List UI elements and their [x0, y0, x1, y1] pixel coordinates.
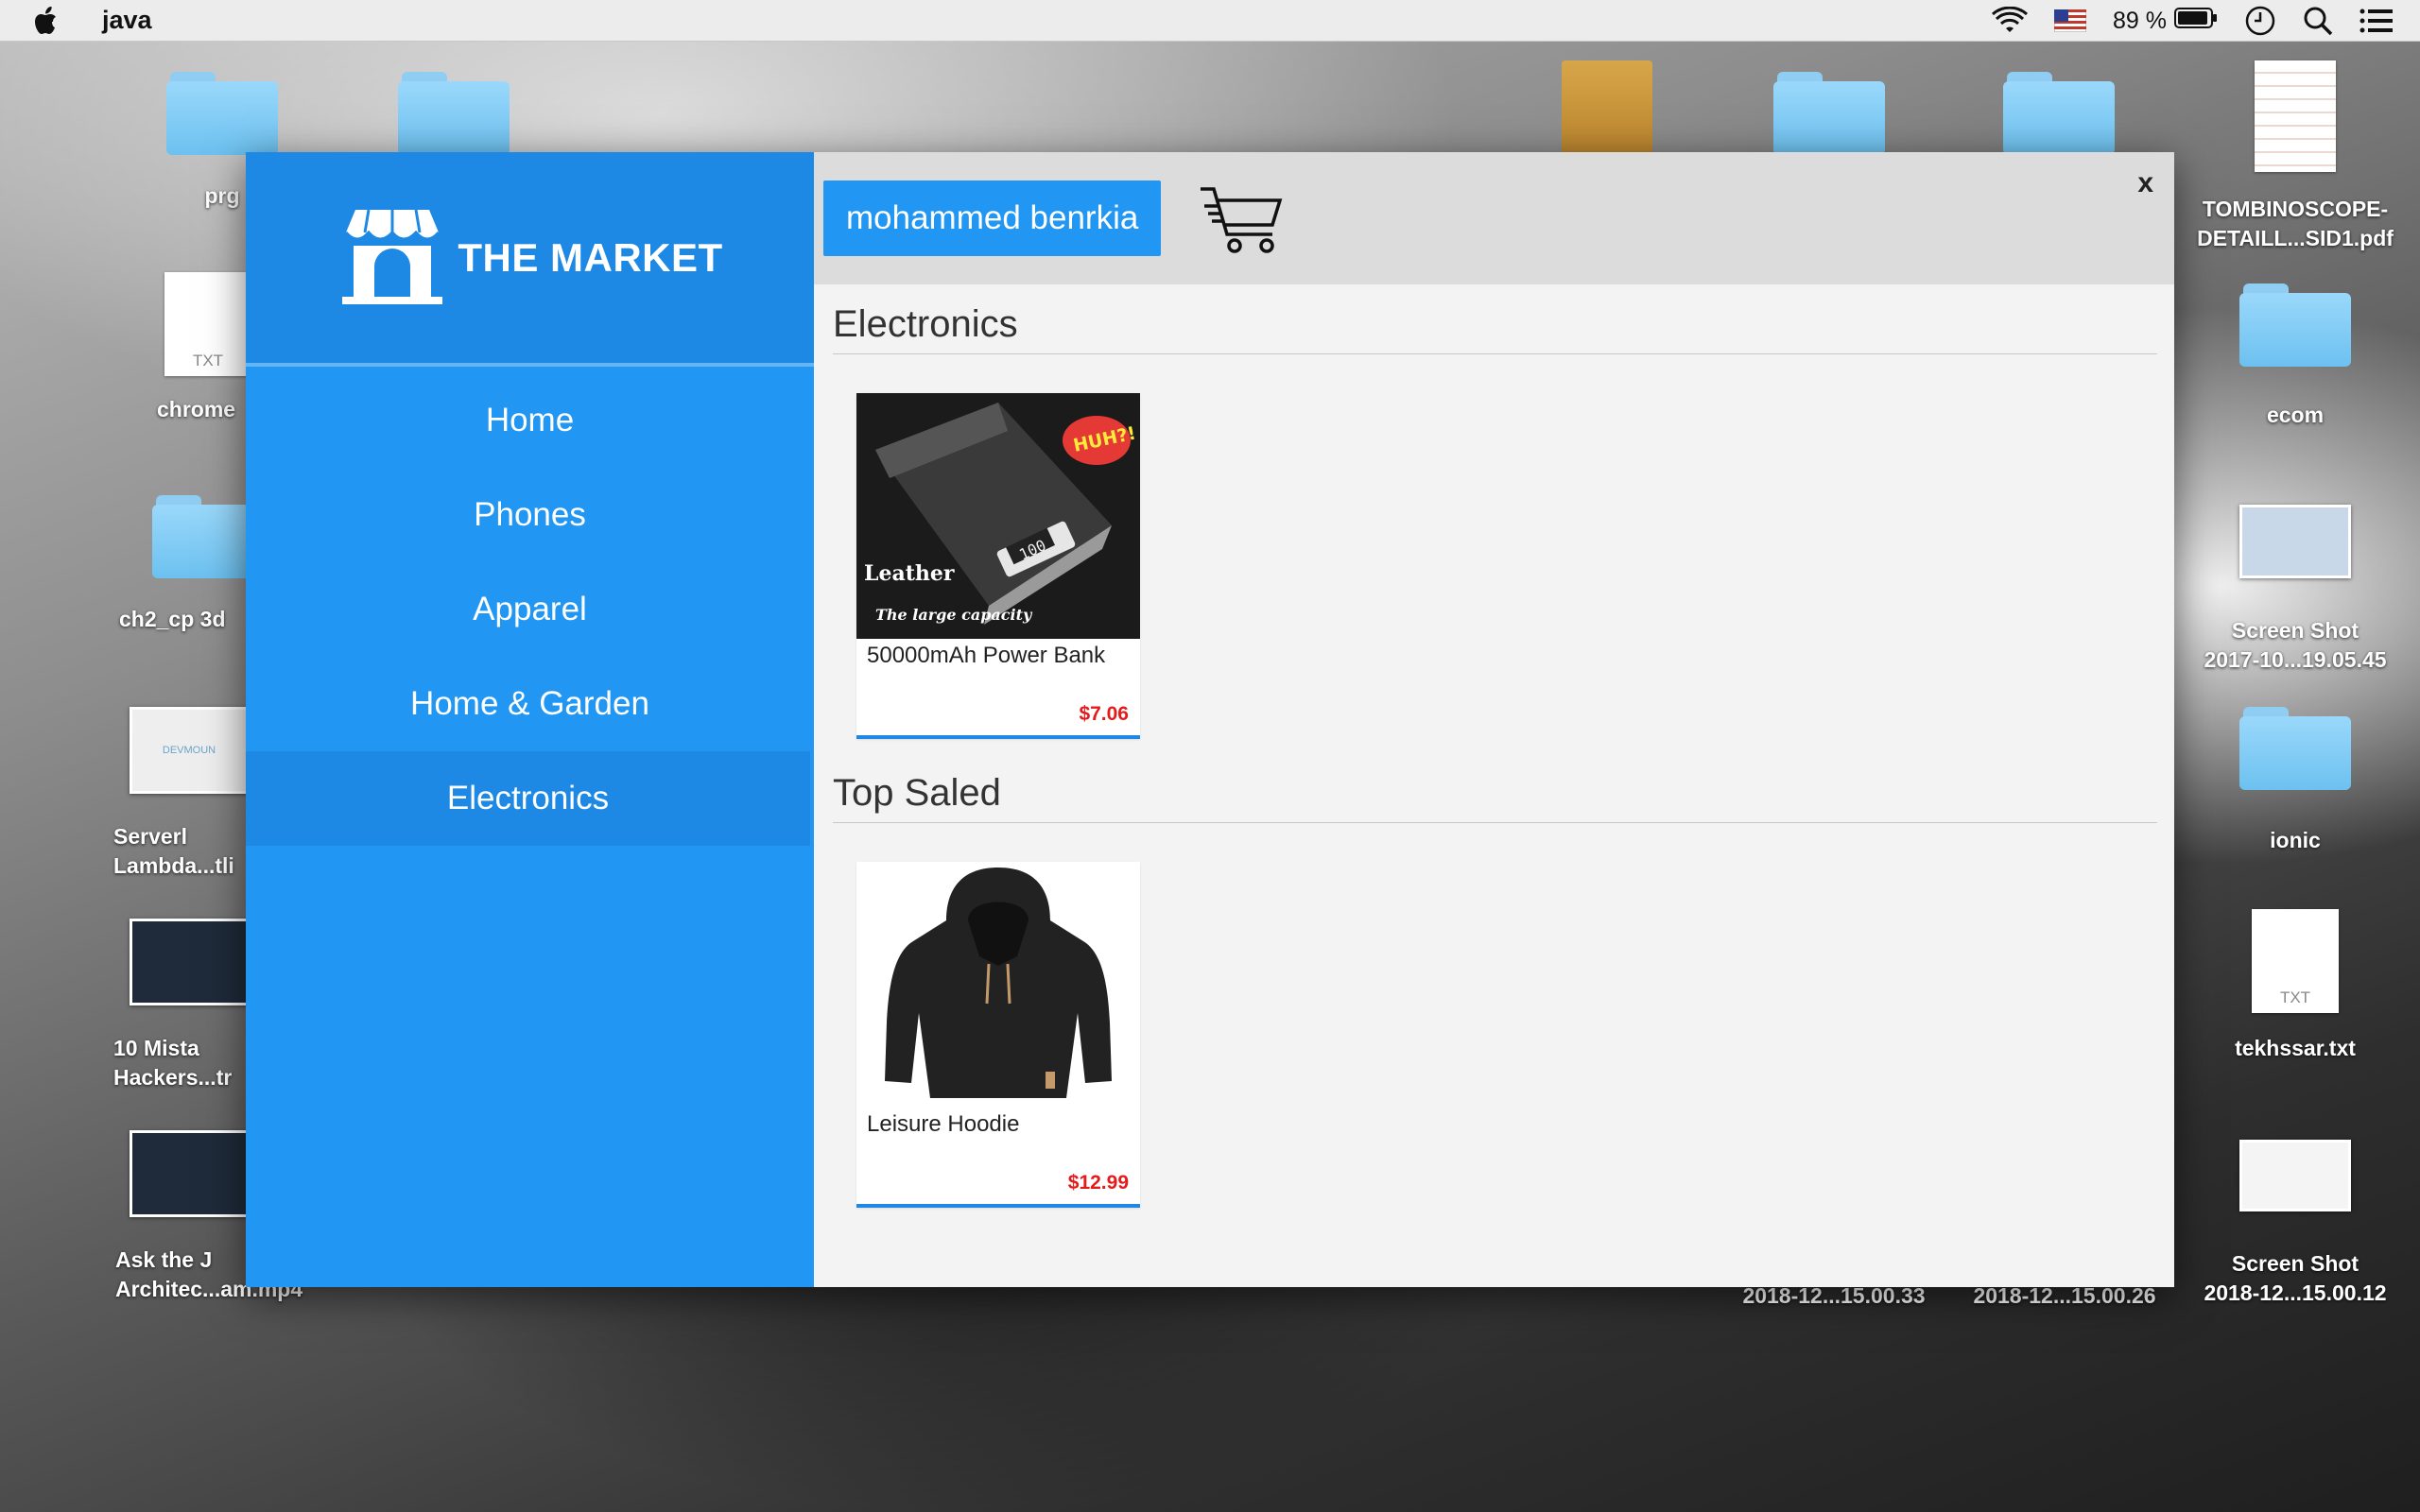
battery-status[interactable]: 89 %	[2113, 7, 2218, 36]
product-image-hoodie	[856, 862, 1140, 1108]
video-thumbnail	[130, 919, 249, 1005]
desktop-icon-label: ecom	[2266, 403, 2325, 427]
nav-item-home-garden[interactable]: Home & Garden	[246, 657, 814, 751]
desktop-icon-tekhssar[interactable]: TXT tekhssar.txt	[2182, 909, 2409, 1063]
top-bar: mohammed benrkia x	[814, 152, 2174, 284]
product-price: $7.06	[1079, 703, 1129, 725]
nav-item-apparel[interactable]: Apparel	[246, 562, 814, 657]
archive-icon	[1562, 60, 1652, 159]
desktop-icon-label: Screen Shot 2018-12...15.00.12	[2204, 1251, 2387, 1305]
desktop-icon-tombinoscope[interactable]: TOMBINOSCOPE- DETAILL...SID1.pdf	[2182, 60, 2409, 253]
desktop-folder[interactable]	[1945, 72, 2172, 155]
product-card[interactable]: Leisure Hoodie $12.99	[856, 862, 1140, 1208]
market-app-window: THE MARKET Home Phones Apparel Home & Ga…	[246, 152, 2174, 1287]
product-name: 50000mAh Power Bank	[867, 643, 1106, 668]
nav-item-home[interactable]: Home	[246, 373, 814, 468]
folder-icon	[2239, 707, 2351, 790]
txt-file-icon: TXT	[164, 272, 251, 376]
folder-icon	[2003, 72, 2115, 155]
product-image-power-bank: 100 HUH?! Leather The large capacity	[856, 393, 1140, 639]
shopping-cart-icon[interactable]	[1199, 183, 1284, 262]
product-price: $12.99	[1067, 1172, 1129, 1194]
product-card[interactable]: 100 HUH?! Leather The large capacity 500…	[856, 393, 1140, 739]
nav-item-phones[interactable]: Phones	[246, 468, 814, 562]
desktop-folder[interactable]	[1716, 72, 1943, 155]
search-icon[interactable]	[2303, 6, 2333, 36]
image-caption-capacity: The large capacity	[875, 606, 1033, 624]
section-title-top-saled: Top Saled	[833, 772, 2157, 823]
file-extension: TXT	[192, 352, 224, 369]
desktop-icon-screenshot-2018[interactable]: Screen Shot 2018-12...15.00.12	[2182, 1140, 2409, 1308]
us-flag-icon[interactable]	[2054, 9, 2087, 32]
product-name: Leisure Hoodie	[867, 1111, 1020, 1137]
desktop-icon-label: TOMBINOSCOPE- DETAILL...SID1.pdf	[2197, 197, 2394, 250]
video-thumbnail: DEVMOUN	[130, 707, 249, 794]
nav-item-electronics[interactable]: Electronics	[246, 751, 810, 846]
battery-percent: 89 %	[2113, 7, 2167, 34]
app-name[interactable]: java	[102, 6, 152, 35]
apple-icon[interactable]	[34, 0, 72, 42]
main-content: mohammed benrkia x Electronics 100 HUH?!…	[814, 152, 2174, 1287]
section-title-electronics: Electronics	[833, 303, 2157, 354]
desktop-icon-ecom[interactable]: ecom	[2182, 284, 2409, 430]
desktop-icon-ionic[interactable]: ionic	[2182, 707, 2409, 855]
desktop-folder[interactable]	[340, 72, 567, 155]
folder-icon	[166, 72, 278, 155]
screenshot-thumbnail	[2239, 505, 2351, 578]
category-nav: Home Phones Apparel Home & Garden Electr…	[246, 402, 814, 846]
desktop-icon-label: Screen Shot 2017-10...19.05.45	[2204, 618, 2387, 672]
desktop-icon-screenshot-2017[interactable]: Screen Shot 2017-10...19.05.45	[2182, 505, 2409, 675]
user-name-button[interactable]: mohammed benrkia	[823, 180, 1162, 256]
store-icon	[337, 204, 448, 311]
battery-icon	[2174, 7, 2218, 36]
notification-center-icon[interactable]	[2360, 8, 2394, 34]
sidebar: THE MARKET Home Phones Apparel Home & Ga…	[246, 152, 814, 1287]
folder-icon	[2239, 284, 2351, 367]
txt-file-icon: TXT	[2252, 909, 2339, 1013]
menu-bar: java 89 %	[0, 0, 2420, 42]
folder-icon	[1773, 72, 1885, 155]
wifi-icon[interactable]	[1992, 7, 2029, 35]
desktop-icon-label: ionic	[2270, 828, 2321, 852]
close-button[interactable]: x	[2137, 167, 2153, 199]
desktop-zip-file[interactable]	[1494, 60, 1720, 159]
devmountain-text: DEVMOUN	[162, 745, 216, 756]
screenshot-thumbnail	[2239, 1140, 2351, 1211]
desktop-icon-label: tekhssar.txt	[2235, 1036, 2356, 1060]
pdf-file-icon	[2255, 60, 2336, 172]
image-caption-leather: Leather	[864, 561, 955, 586]
video-thumbnail	[130, 1130, 249, 1217]
brand-title: THE MARKET	[458, 234, 723, 280]
file-extension: TXT	[2279, 988, 2311, 1006]
folder-icon	[398, 72, 510, 155]
brand-header: THE MARKET	[246, 152, 814, 367]
clock-icon[interactable]	[2244, 5, 2276, 37]
